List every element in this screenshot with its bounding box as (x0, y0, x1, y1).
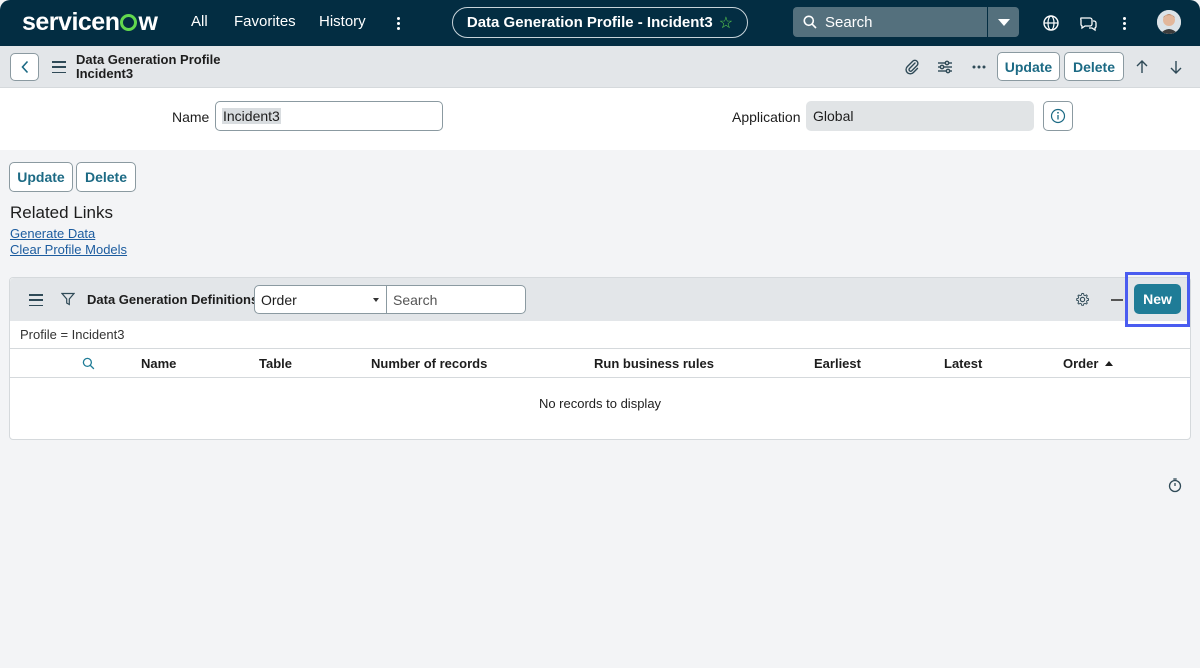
header-update-button[interactable]: Update (997, 52, 1060, 81)
nav-history[interactable]: History (319, 13, 366, 30)
name-value: Incident3 (222, 108, 281, 124)
arrow-down-icon[interactable] (1167, 58, 1185, 76)
column-table[interactable]: Table (259, 356, 292, 371)
application-value: Global (813, 108, 854, 124)
list-search-input[interactable]: Search (387, 285, 526, 314)
search-icon[interactable] (82, 357, 95, 370)
form-title: Data Generation Profile Incident3 (76, 53, 220, 81)
nav-all[interactable]: All (191, 13, 208, 30)
context-title-pill[interactable]: Data Generation Profile - Incident3 ☆ (452, 7, 748, 38)
info-icon (1050, 108, 1066, 124)
form-header: Data Generation Profile Incident3 Update… (0, 46, 1200, 88)
related-list-title: Data Generation Definitions (87, 292, 259, 307)
application-info-button[interactable] (1043, 101, 1073, 131)
favorite-star-icon[interactable]: ☆ (719, 13, 733, 33)
delete-button[interactable]: Delete (76, 162, 136, 192)
column-order[interactable]: Order (1063, 356, 1114, 371)
update-button[interactable]: Update (9, 162, 73, 192)
app-window: servicen w All Favorites History Data Gen… (0, 0, 1200, 668)
application-label: Application (732, 109, 801, 125)
settings-sliders-icon[interactable] (936, 58, 954, 76)
name-label: Name (172, 109, 210, 125)
column-latest[interactable]: Latest (944, 356, 982, 371)
avatar[interactable] (1157, 10, 1181, 34)
form-menu-icon[interactable] (52, 61, 66, 73)
column-run-business-rules[interactable]: Run business rules (594, 356, 714, 371)
search-placeholder: Search (825, 13, 873, 31)
chevron-down-icon (997, 18, 1010, 26)
list-search-placeholder: Search (393, 291, 438, 308)
filter-icon[interactable] (61, 292, 75, 306)
column-earliest[interactable]: Earliest (814, 356, 861, 371)
clear-profile-models-link[interactable]: Clear Profile Models (10, 242, 127, 257)
back-button[interactable] (10, 53, 39, 81)
form-fields: Name Incident3 Application Global (0, 88, 1200, 150)
chat-icon[interactable] (1078, 13, 1098, 33)
generate-data-link[interactable]: Generate Data (10, 226, 95, 241)
collapse-icon[interactable] (1111, 299, 1123, 301)
name-field[interactable]: Incident3 (215, 101, 443, 131)
form-title-table: Data Generation Profile (76, 52, 221, 67)
column-order-label: Order (1063, 356, 1099, 371)
attachment-icon[interactable] (903, 58, 921, 76)
arrow-up-icon[interactable] (1133, 58, 1151, 76)
new-button[interactable]: New (1134, 284, 1181, 314)
servicenow-logo[interactable]: servicen w (22, 8, 158, 37)
search-field-select[interactable]: Order (254, 285, 387, 314)
list-menu-icon[interactable] (29, 294, 43, 306)
search-field-value: Order (261, 291, 297, 308)
chevron-left-icon (20, 60, 28, 74)
more-options-icon[interactable] (1118, 12, 1130, 34)
global-search-input[interactable]: Search (793, 7, 987, 37)
application-field: Global (806, 101, 1034, 131)
form-title-record: Incident3 (76, 66, 134, 81)
related-list-header: Data Generation Definitions Order Search… (10, 272, 1190, 327)
filter-breadcrumb[interactable]: Profile = Incident3 (20, 327, 124, 342)
header-delete-button[interactable]: Delete (1064, 52, 1124, 81)
empty-state-message: No records to display (538, 396, 662, 411)
column-number-of-records[interactable]: Number of records (371, 356, 487, 371)
context-title: Data Generation Profile - Incident3 (466, 14, 713, 31)
top-navigation: servicen w All Favorites History Data Gen… (0, 0, 1200, 46)
search-icon (803, 15, 817, 29)
nav-favorites[interactable]: Favorites (234, 13, 296, 30)
chevron-down-icon (373, 298, 379, 302)
nav-more-icon[interactable] (392, 12, 404, 34)
column-header-row: Name Table Number of records Run busines… (10, 348, 1190, 378)
sort-ascending-icon (1105, 361, 1114, 366)
globe-icon[interactable] (1041, 13, 1061, 33)
more-icon[interactable] (970, 58, 988, 76)
related-links-heading: Related Links (10, 203, 114, 222)
search-scope-dropdown[interactable] (988, 7, 1019, 37)
response-time-icon[interactable] (1167, 477, 1183, 493)
related-list: Data Generation Definitions Order Search… (9, 272, 1191, 440)
column-name[interactable]: Name (141, 356, 176, 371)
gear-icon[interactable] (1075, 292, 1090, 307)
